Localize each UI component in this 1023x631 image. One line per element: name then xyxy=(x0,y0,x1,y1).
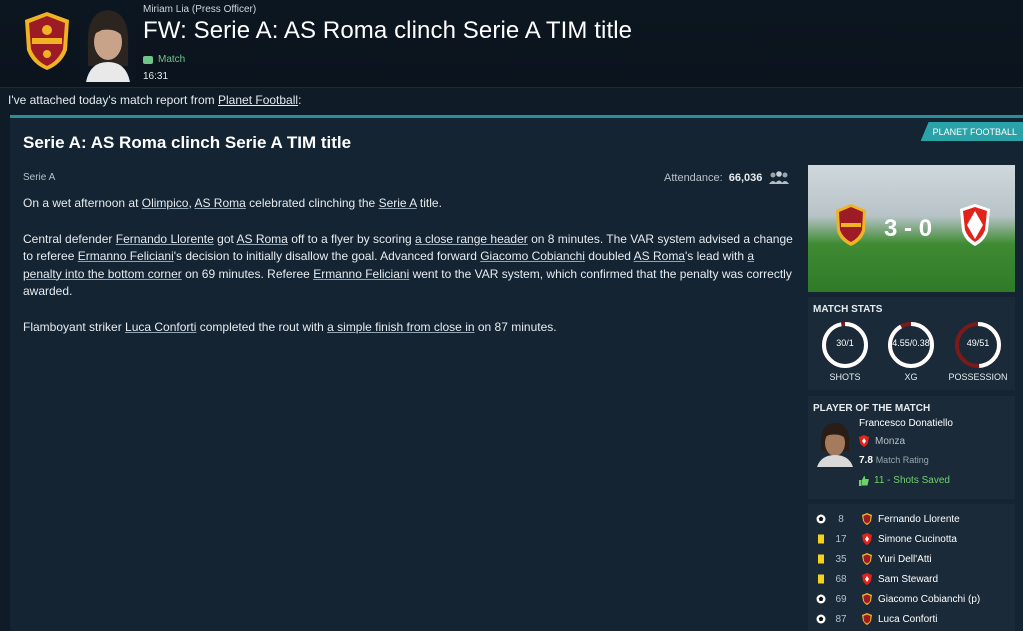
event-player[interactable]: Yuri Dell'Atti xyxy=(878,554,932,565)
goal-link[interactable]: a simple finish from close in xyxy=(327,320,474,334)
referee-link[interactable]: Ermanno Feliciani xyxy=(313,267,409,281)
match-stats-panel: MATCH STATS 30/1 SHOTS 4.55/0.38 XG 49/5… xyxy=(808,297,1015,390)
paragraph-3: Flamboyant striker Luca Conforti complet… xyxy=(23,319,557,334)
event-row[interactable]: 35 Yuri Dell'Atti xyxy=(808,549,1015,569)
message-header: Miriam Lia (Press Officer) FW: Serie A: … xyxy=(0,0,1023,88)
potm-rating-label: Match Rating xyxy=(875,455,929,465)
potm-title: PLAYER OF THE MATCH xyxy=(813,403,931,414)
final-score: 3 - 0 xyxy=(884,215,932,243)
event-player[interactable]: Giacomo Cobianchi (p) xyxy=(878,594,980,605)
possession-gauge[interactable]: 49/51 xyxy=(953,320,1003,370)
score-separator: - xyxy=(904,215,913,242)
event-minute: 17 xyxy=(835,533,847,545)
event-minute: 8 xyxy=(838,513,844,525)
monza-crest-icon xyxy=(862,573,872,585)
shots-value: 30/1 xyxy=(836,338,854,348)
source-badge: PLANET FOOTBALL xyxy=(920,122,1023,141)
possession-value: 49/51 xyxy=(966,338,990,348)
xg-gauge[interactable]: 4.55/0.38 xyxy=(886,320,936,370)
yellow-card-icon xyxy=(818,534,824,544)
potm-team-name: Monza xyxy=(875,435,906,447)
potm-team[interactable]: Monza xyxy=(859,435,905,447)
event-row[interactable]: 69 Giacomo Cobianchi (p) xyxy=(808,589,1015,609)
event-minute: 69 xyxy=(835,593,847,605)
event-row[interactable]: 68 Sam Steward xyxy=(808,569,1015,589)
event-minute: 68 xyxy=(835,573,847,585)
home-score: 3 xyxy=(884,215,898,242)
paragraph-2: Central defender Fernando Llorente got A… xyxy=(23,231,793,299)
intro-suffix: : xyxy=(298,93,302,107)
roma-crest-icon[interactable] xyxy=(22,10,72,72)
monza-crest-icon[interactable] xyxy=(958,203,992,247)
ball-icon xyxy=(816,594,826,604)
team-link[interactable]: AS Roma xyxy=(194,196,245,210)
event-row[interactable]: 17 Simone Cucinotta xyxy=(808,529,1015,549)
referee-link[interactable]: Ermanno Feliciani xyxy=(78,249,174,263)
team-link[interactable]: AS Roma xyxy=(237,232,288,246)
shots-label: SHOTS xyxy=(829,372,861,382)
event-player[interactable]: Sam Steward xyxy=(878,574,938,585)
player-link[interactable]: Fernando Llorente xyxy=(116,232,214,246)
event-player[interactable]: Luca Conforti xyxy=(878,614,937,625)
paragraph-1: On a wet afternoon at Olimpico, AS Roma … xyxy=(23,196,442,210)
ball-icon xyxy=(816,514,826,524)
roma-crest-icon xyxy=(862,553,872,565)
event-player[interactable]: Simone Cucinotta xyxy=(878,534,957,545)
attendance-value: 66,036 xyxy=(728,172,763,184)
monza-crest-icon xyxy=(859,435,869,447)
event-minute: 35 xyxy=(835,553,847,565)
player-of-the-match-panel[interactable]: PLAYER OF THE MATCH Francesco Donatiello… xyxy=(808,396,1015,499)
shots-gauge[interactable]: 30/1 xyxy=(820,320,870,370)
away-score: 0 xyxy=(918,215,933,242)
goal-link[interactable]: a close range header xyxy=(415,232,528,246)
roma-crest-icon[interactable] xyxy=(834,203,868,247)
press-officer-avatar[interactable] xyxy=(80,6,136,82)
match-stats-title: MATCH STATS xyxy=(813,304,883,315)
monza-crest-icon xyxy=(862,533,872,545)
attendance: Attendance: 66,036 xyxy=(664,171,790,185)
yellow-card-icon xyxy=(818,554,824,564)
yellow-card-icon xyxy=(818,574,824,584)
team-link[interactable]: AS Roma xyxy=(634,249,685,263)
xg-value: 4.55/0.38 xyxy=(892,338,930,348)
event-player[interactable]: Fernando Llorente xyxy=(878,514,960,525)
message-tag: Match xyxy=(143,54,185,65)
event-row[interactable]: 8 Fernando Llorente xyxy=(808,509,1015,529)
roma-crest-icon xyxy=(862,613,872,625)
event-minute: 87 xyxy=(835,613,847,625)
article-title: Serie A: AS Roma clinch Serie A TIM titl… xyxy=(23,133,352,152)
attendance-label: Attendance: xyxy=(664,172,723,184)
article-body: On a wet afternoon at Olimpico, AS Roma … xyxy=(23,195,793,354)
possession-label: POSSESSION xyxy=(948,372,1008,382)
message-title: FW: Serie A: AS Roma clinch Serie A TIM … xyxy=(143,17,633,44)
xg-label: XG xyxy=(904,372,918,382)
event-row[interactable]: 87 Luca Conforti xyxy=(808,609,1015,629)
player-link[interactable]: Giacomo Cobianchi xyxy=(480,249,585,263)
potm-name[interactable]: Francesco Donatiello xyxy=(859,418,953,429)
player-face-icon[interactable] xyxy=(815,421,855,467)
potm-highlight: 11 - Shots Saved xyxy=(859,475,950,486)
ball-icon xyxy=(816,614,826,624)
match-events-panel: 8 Fernando Llorente 17 Simone Cucinotta … xyxy=(808,504,1015,631)
competition-label[interactable]: Serie A xyxy=(23,172,55,183)
thumbs-up-icon xyxy=(859,475,869,486)
message-time: 16:31 xyxy=(143,71,169,82)
intro-text: I've attached today's match report from … xyxy=(8,93,301,107)
roma-crest-icon xyxy=(862,513,872,525)
competition-link[interactable]: Serie A xyxy=(379,196,417,210)
roma-crest-icon xyxy=(862,593,872,605)
player-link[interactable]: Luca Conforti xyxy=(125,320,196,334)
potm-rating: 7.8 Match Rating xyxy=(859,455,929,466)
planet-football-link[interactable]: Planet Football xyxy=(218,93,298,107)
intro-prefix: I've attached today's match report from xyxy=(8,93,219,107)
tag-label: Match xyxy=(158,54,186,65)
venue-link[interactable]: Olimpico xyxy=(142,196,189,210)
crowd-icon xyxy=(769,171,790,184)
potm-shots-saved: 11 - Shots Saved xyxy=(874,475,950,486)
match-tag-icon xyxy=(143,55,153,64)
potm-rating-value: 7.8 xyxy=(859,455,873,466)
scoreboard[interactable]: 3 - 0 xyxy=(808,165,1015,292)
sender-name[interactable]: Miriam Lia (Press Officer) xyxy=(143,4,256,15)
